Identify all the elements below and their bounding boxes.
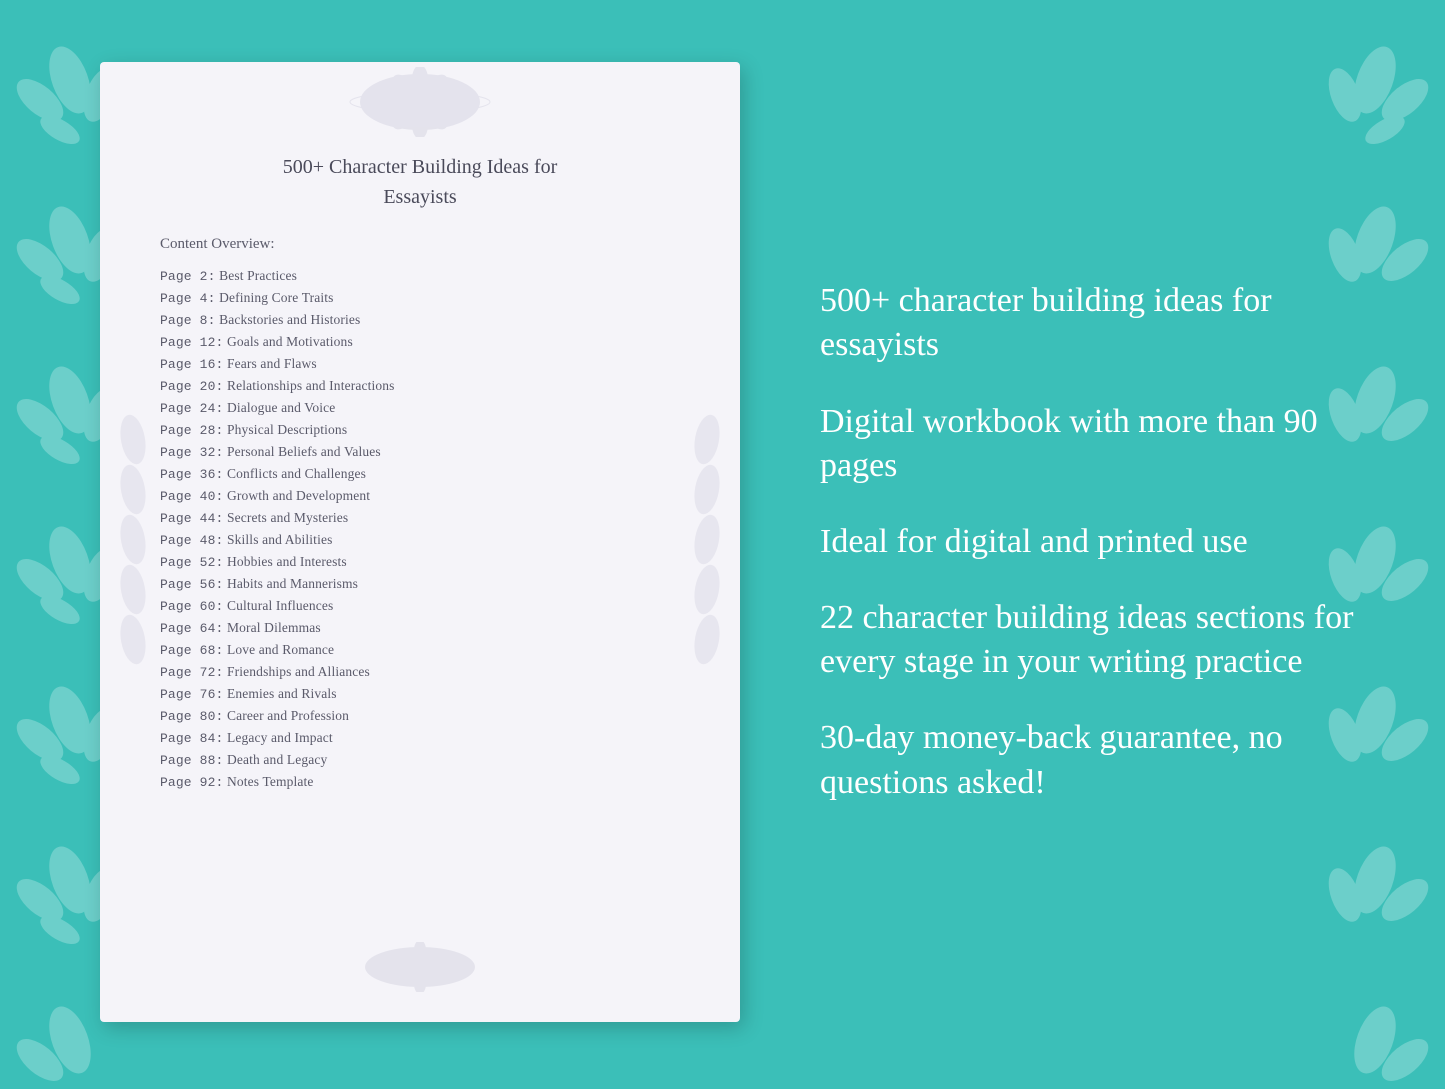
mandala-top-decoration — [100, 62, 740, 142]
book-panel: 500+ Character Building Ideas for Essayi… — [100, 62, 740, 1022]
toc-item: Page 28: Physical Descriptions — [160, 419, 680, 441]
toc-item: Page 32: Personal Beliefs and Values — [160, 441, 680, 463]
feature-text-5: 30-day money-back guarantee, no question… — [820, 716, 1365, 804]
toc-item: Page 20: Relationships and Interactions — [160, 375, 680, 397]
feature-text-4: 22 character building ideas sections for… — [820, 596, 1365, 684]
book-title: 500+ Character Building Ideas for Essayi… — [160, 152, 680, 212]
toc-list: Page 2: Best PracticesPage 4: Defining C… — [160, 265, 680, 793]
mandala-bottom-decoration — [100, 932, 740, 992]
feature-text-2: Digital workbook with more than 90 pages — [820, 400, 1365, 488]
toc-item: Page 24: Dialogue and Voice — [160, 397, 680, 419]
toc-item: Page 52: Hobbies and Interests — [160, 551, 680, 573]
feature-text-1: 500+ character building ideas for essayi… — [820, 279, 1365, 367]
toc-item: Page 4: Defining Core Traits — [160, 287, 680, 309]
toc-item: Page 2: Best Practices — [160, 265, 680, 287]
toc-item: Page 40: Growth and Development — [160, 485, 680, 507]
toc-item: Page 12: Goals and Motivations — [160, 331, 680, 353]
toc-item: Page 88: Death and Legacy — [160, 749, 680, 771]
book-side-right-decoration — [682, 390, 732, 695]
toc-item: Page 36: Conflicts and Challenges — [160, 463, 680, 485]
content-overview-label: Content Overview: — [160, 236, 680, 253]
toc-item: Page 68: Love and Romance — [160, 639, 680, 661]
main-layout: 500+ Character Building Ideas for Essayi… — [0, 0, 1445, 1084]
toc-item: Page 72: Friendships and Alliances — [160, 661, 680, 683]
toc-item: Page 84: Legacy and Impact — [160, 727, 680, 749]
feature-text-3: Ideal for digital and printed use — [820, 520, 1365, 564]
book-side-left-decoration — [108, 390, 158, 695]
toc-item: Page 56: Habits and Mannerisms — [160, 573, 680, 595]
toc-item: Page 76: Enemies and Rivals — [160, 683, 680, 705]
text-panel: 500+ character building ideas for essayi… — [800, 279, 1365, 805]
toc-item: Page 60: Cultural Influences — [160, 595, 680, 617]
toc-item: Page 64: Moral Dilemmas — [160, 617, 680, 639]
toc-item: Page 16: Fears and Flaws — [160, 353, 680, 375]
book-content: 500+ Character Building Ideas for Essayi… — [100, 142, 740, 932]
toc-item: Page 44: Secrets and Mysteries — [160, 507, 680, 529]
toc-item: Page 48: Skills and Abilities — [160, 529, 680, 551]
toc-item: Page 8: Backstories and Histories — [160, 309, 680, 331]
toc-item: Page 80: Career and Profession — [160, 705, 680, 727]
toc-item: Page 92: Notes Template — [160, 771, 680, 793]
